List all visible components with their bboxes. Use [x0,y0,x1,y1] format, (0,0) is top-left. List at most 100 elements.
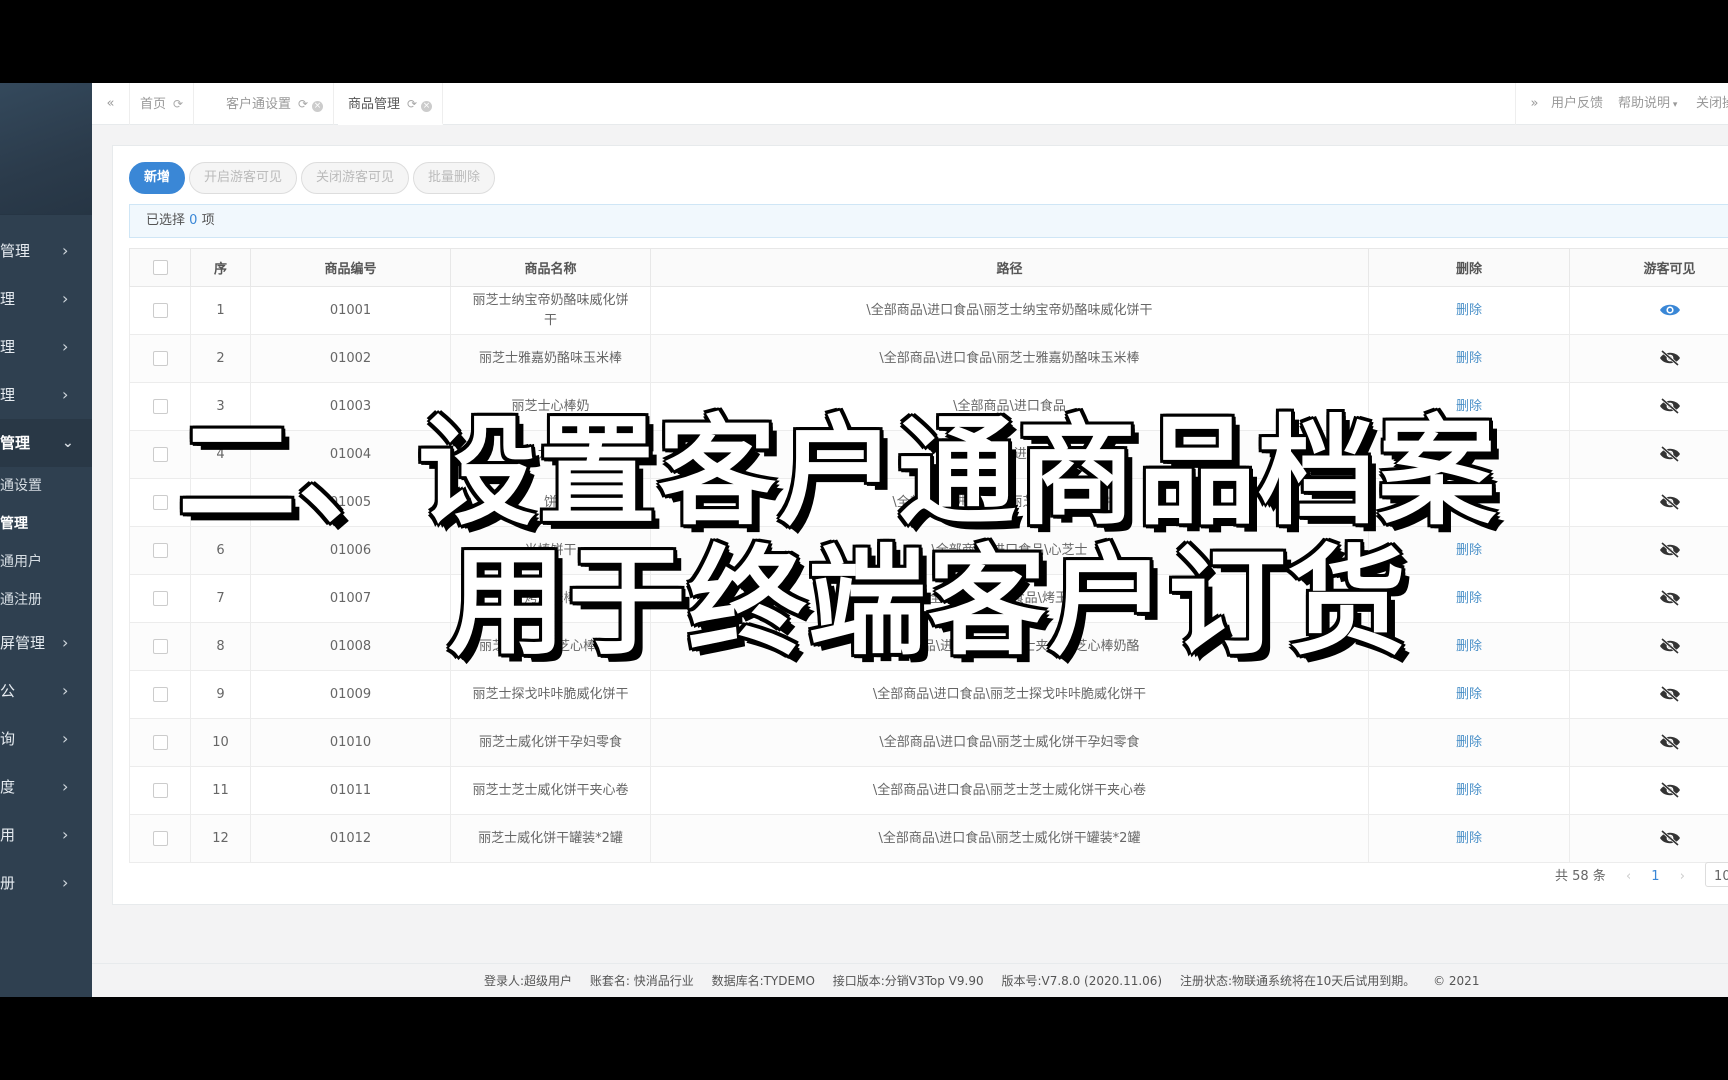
refresh-icon[interactable]: ⟳ [298,83,308,125]
sidebar-item-office[interactable]: 公 › [0,667,92,715]
delete-link[interactable]: 删除 [1456,303,1482,318]
eye-slash-icon[interactable] [1659,781,1681,799]
scroll-left-icon[interactable]: « [92,83,130,125]
eye-slash-icon[interactable] [1659,733,1681,751]
tab-customer-settings[interactable]: 客户通设置 ⟳ × [216,83,335,125]
column-header[interactable]: 序 [190,248,251,287]
next-page-icon[interactable]: › [1680,869,1685,884]
table-row[interactable]: 1 01001 丽芝士纳宝帝奶酪味威化饼干 \全部商品\进口食品\丽芝士纳宝帝奶酪味威… [129,286,1728,335]
refresh-icon[interactable]: ⟳ [173,83,183,125]
row-select-cell[interactable] [129,670,191,719]
eye-slash-icon[interactable] [1659,829,1681,847]
row-checkbox[interactable] [152,830,168,846]
select-all-header[interactable] [129,248,191,287]
row-checkbox[interactable] [152,302,168,318]
sidebar-item-degree[interactable]: 度 › [0,763,92,811]
prev-page-icon[interactable]: ‹ [1626,869,1631,884]
sidebar-sub-label: 通注册 [0,592,42,608]
tab-product-management[interactable]: 商品管理 ⟳ × [338,83,444,125]
sidebar-sub-product-management[interactable]: 管理 [0,505,92,543]
row-checkbox[interactable] [152,782,168,798]
help-menu[interactable]: 帮助说明 ▾ [1618,83,1677,125]
row-select-cell[interactable] [129,766,191,815]
sidebar-sub-settings[interactable]: 通设置 [0,467,92,505]
row-checkbox[interactable] [152,542,168,558]
delete-link[interactable]: 删除 [1456,783,1482,798]
column-header[interactable]: 删除 [1368,248,1570,287]
row-select-cell[interactable] [129,574,191,623]
product-name: 丽芝士威化饼干罐装*2罐 [450,814,651,863]
delete-link[interactable]: 删除 [1456,735,1482,750]
column-header[interactable]: 路径 [650,248,1369,287]
sidebar-header [0,83,92,215]
table-row[interactable]: 9 01009 丽芝士探戈咔咔脆威化饼干 \全部商品\进口食品\丽芝士探戈咔咔脆威化饼… [129,670,1728,719]
row-checkbox[interactable] [152,734,168,750]
sidebar-item-label: 公 [0,682,16,700]
select-all-checkbox[interactable] [152,260,168,275]
row-checkbox[interactable] [152,398,168,414]
product-code: 01010 [250,718,451,767]
sidebar-item-label: 管理 [0,242,31,260]
sidebar-item-screen[interactable]: 屏管理 › [0,619,92,667]
eye-icon[interactable] [1659,303,1681,318]
chevron-down-icon: ⌄ [62,435,74,451]
scroll-right-icon[interactable]: » [1515,83,1553,125]
sidebar-item-register[interactable]: 册 › [0,859,92,907]
column-header[interactable]: 游客可见 [1569,248,1728,287]
chevron-right-icon: › [62,873,69,892]
selection-count: 0 [189,213,198,228]
delete-link[interactable]: 删除 [1456,687,1482,702]
delete-link[interactable]: 删除 [1456,831,1482,846]
sidebar-sub-users[interactable]: 通用户 [0,543,92,581]
page-size-select[interactable]: 100 条 [1705,862,1728,887]
tab-home[interactable]: 首页 ⟳ [130,83,195,125]
table-row[interactable]: 10 01010 丽芝士威化饼干孕妇零食 \全部商品\进口食品\丽芝士威化饼干孕妇零食… [129,718,1728,767]
close-menu[interactable]: 关闭操 [1696,83,1728,125]
close-icon[interactable]: × [312,101,324,112]
selection-suffix: 项 [201,213,215,228]
row-checkbox[interactable] [152,686,168,702]
footer-account: 账套名: 快消品行业 [589,974,694,988]
delete-cell: 删除 [1368,814,1570,863]
feedback-link[interactable]: 用户反馈 [1551,83,1603,125]
screen: 管理 › 理 › 理 › 理 › 管理 ⌄ 通设置 管理 通用户 通注册 屏管理 › 公 › … [0,0,1728,1080]
row-checkbox[interactable] [152,590,168,606]
column-header[interactable]: 商品名称 [450,248,651,287]
sidebar-sub-registration[interactable]: 通注册 [0,581,92,619]
product-name: 丽芝士威化饼干孕妇零食 [450,718,651,767]
sidebar-item-use[interactable]: 用 › [0,811,92,859]
delete-cell: 删除 [1368,286,1570,335]
row-select-cell[interactable] [129,286,191,335]
batch-delete-button[interactable]: 批量删除 [413,162,496,194]
row-checkbox[interactable] [152,350,168,366]
row-select-cell[interactable] [129,814,191,863]
sidebar-item-4[interactable]: 理 › [0,371,92,419]
footer-copyright: © 2021 [1433,974,1480,988]
sidebar-item-1[interactable]: 管理 › [0,227,92,275]
tab-label: 商品管理 [348,97,401,112]
eye-slash-icon[interactable] [1659,685,1681,703]
row-checkbox[interactable] [152,446,168,462]
close-icon[interactable]: × [421,101,433,112]
sidebar-item-3[interactable]: 理 › [0,323,92,371]
table-row[interactable]: 12 01012 丽芝士威化饼干罐装*2罐 \全部商品\进口食品\丽芝士威化饼干罐装*… [129,814,1728,863]
sidebar-item-label: 屏管理 [0,634,46,652]
sidebar-item-2[interactable]: 理 › [0,275,92,323]
table-row[interactable]: 11 01011 丽芝士芝士威化饼干夹心卷 \全部商品\进口食品\丽芝士芝士威化饼干夹… [129,766,1728,815]
chevron-right-icon: › [62,777,69,796]
row-checkbox[interactable] [152,494,168,510]
row-checkbox[interactable] [152,638,168,654]
enable-guest-visible-button[interactable]: 开启游客可见 [189,162,298,194]
current-page[interactable]: 1 [1651,869,1659,884]
eye-slash-icon[interactable] [1659,349,1681,367]
refresh-icon[interactable]: ⟳ [407,83,417,125]
column-header[interactable]: 商品编号 [250,248,451,287]
delete-cell: 删除 [1368,670,1570,719]
row-select-cell[interactable] [129,718,191,767]
sidebar-item-query[interactable]: 询 › [0,715,92,763]
disable-guest-visible-button[interactable]: 关闭游客可见 [301,162,410,194]
sidebar-item-customer-management[interactable]: 管理 ⌄ [0,419,92,467]
row-select-cell[interactable] [129,622,191,671]
add-button[interactable]: 新增 [129,162,186,194]
delete-link[interactable]: 删除 [1456,351,1482,366]
